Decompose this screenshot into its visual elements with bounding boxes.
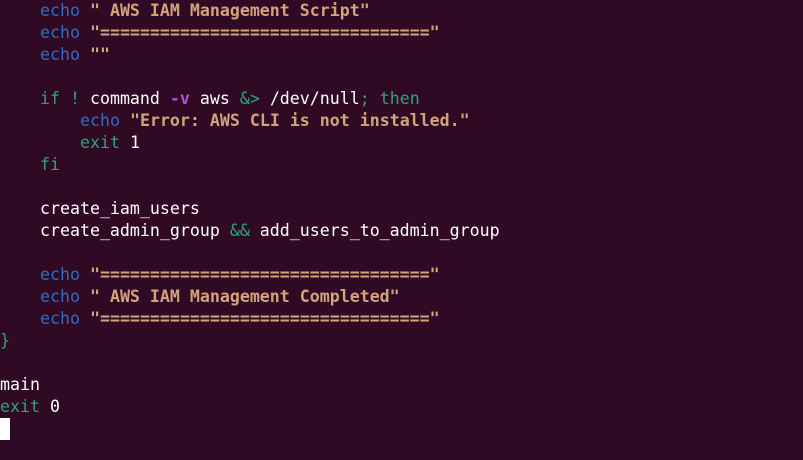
code-text: /dev/null [259,89,360,108]
code-line: main [0,374,40,396]
echo-keyword: echo [40,1,80,20]
code-line: echo " AWS IAM Management Script" [0,0,370,22]
shell-keyword: } [0,331,10,350]
operator: &> [239,89,260,108]
string-literal: "=================================" [89,265,440,284]
string-literal: " AWS IAM Management Completed" [89,287,400,306]
echo-keyword: echo [40,265,80,284]
code-line: exit 0 [0,396,60,418]
shell-keyword: fi [40,155,60,174]
echo-keyword: echo [40,23,80,42]
echo-keyword: echo [40,309,80,328]
code-line: echo "Error: AWS CLI is not installed." [0,110,470,132]
code-text: create_iam_users [40,199,200,218]
code-line: echo " AWS IAM Management Completed" [0,286,400,308]
code-line: } [0,330,10,352]
shell-keyword: exit [80,133,120,152]
code-text: add_users_to_admin_group [249,221,500,240]
string-literal: "Error: AWS CLI is not installed." [129,111,470,130]
terminal-window[interactable]: echo " AWS IAM Management Script" echo "… [0,0,803,460]
operator: ; [359,89,370,108]
code-line: echo "=================================" [0,264,440,286]
echo-keyword: echo [40,287,80,306]
code-text: create_admin_group [40,221,230,240]
code-text: 0 [39,397,60,416]
command-flag: -v [169,89,190,108]
code-line: echo "=================================" [0,308,440,330]
code-text: aws [189,89,240,108]
code-line: echo "" [0,44,110,66]
code-text: command [79,89,170,108]
code-line: fi [0,154,60,176]
string-literal: "=================================" [89,23,440,42]
echo-keyword: echo [80,111,120,130]
string-literal: "" [89,45,110,64]
code-line: exit 1 [0,132,140,154]
operator: && [229,221,250,240]
text-cursor [0,418,10,440]
shell-keyword: ! [69,89,80,108]
code-text: 1 [119,133,140,152]
code-line: echo "=================================" [0,22,440,44]
string-literal: "=================================" [89,309,440,328]
string-literal: " AWS IAM Management Script" [89,1,370,20]
code-line: create_admin_group && add_users_to_admin… [0,220,500,242]
shell-keyword: if [40,89,60,108]
code-line: if ! command -v aws &> /dev/null; then [0,88,420,110]
shell-keyword: then [379,89,420,108]
echo-keyword: echo [40,45,80,64]
shell-keyword: exit [0,397,40,416]
code-text: main [0,375,40,394]
code-line: create_iam_users [0,198,200,220]
